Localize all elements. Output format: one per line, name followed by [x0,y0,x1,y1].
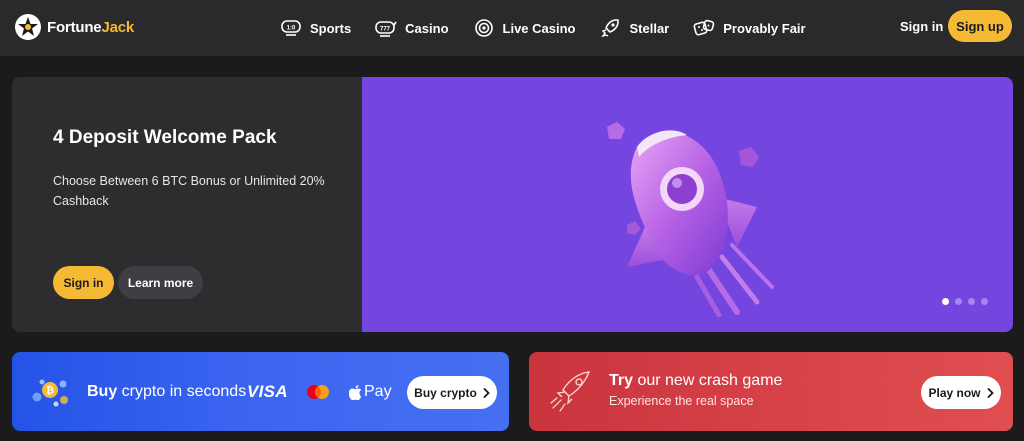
nav-label-provably-fair: Provably Fair [723,20,806,36]
logo[interactable]: FortuneJack [14,13,134,41]
sports-icon: 1:0 [281,20,301,36]
chevron-right-icon [987,387,994,398]
chevron-right-icon [483,387,490,398]
main-nav: 1:0 Sports 777 Casino Live Casino Stella… [280,0,830,56]
hero-image-panel [362,77,1013,332]
nav-item-live-casino[interactable]: Live Casino [473,18,576,38]
crash-game-subtitle: Experience the real space [609,394,754,408]
apple-icon [349,384,362,400]
svg-text:₿: ₿ [46,385,54,397]
top-header: FortuneJack 1:0 Sports 777 Casino Live C… [0,0,1024,56]
crypto-coins-icon: ₿ [32,379,68,407]
crash-game-title-rest: our new crash game [633,372,783,389]
carousel-dots [942,298,988,305]
live-casino-icon [474,19,493,37]
apple-pay-logo: Pay [349,383,392,401]
buy-crypto-card[interactable]: ₿ Buy crypto in seconds VISA Pay Buy cry… [12,352,509,431]
carousel-dot-2[interactable] [955,298,962,305]
logo-text-part2: Jack [101,18,135,36]
crash-rocket-icon [550,371,590,412]
header-signin-link[interactable]: Sign in [900,19,943,34]
nav-label-live-casino: Live Casino [502,20,576,36]
crash-game-title: Try our new crash game [609,372,782,390]
logo-text: FortuneJack [47,19,134,36]
buy-crypto-title-rest: crypto in seconds [117,383,247,400]
buy-crypto-title-bold: Buy [87,383,118,400]
nav-item-casino[interactable]: 777 Casino [375,18,449,38]
hero-banner: 4 Deposit Welcome Pack Choose Between 6 … [12,77,1013,332]
hero-title: 4 Deposit Welcome Pack [53,127,277,148]
carousel-dot-1[interactable] [942,298,949,305]
play-now-button[interactable]: Play now [921,376,1001,409]
header-signup-button[interactable]: Sign up [948,10,1012,42]
svg-text:1:0: 1:0 [287,26,296,32]
nav-label-stellar: Stellar [629,20,670,36]
nav-item-sports[interactable]: 1:0 Sports [280,18,351,38]
dice-icon [693,19,715,36]
play-now-button-label: Play now [928,385,981,400]
svg-text:777: 777 [380,27,391,33]
carousel-dot-4[interactable] [981,298,988,305]
nav-item-stellar[interactable]: Stellar [599,18,669,38]
slot-machine-icon: 777 [375,21,397,37]
nav-label-sports: Sports [310,20,352,36]
rocket-icon [601,19,620,38]
nav-label-casino: Casino [405,20,449,36]
buy-crypto-title: Buy crypto in seconds [87,383,246,401]
hero-description: Choose Between 6 BTC Bonus or Unlimited … [53,174,325,208]
hero-signin-button[interactable]: Sign in [53,266,114,299]
hero-learn-more-button[interactable]: Learn more [118,266,203,299]
apple-pay-label: Pay [364,383,392,400]
buy-crypto-button-label: Buy crypto [414,385,477,400]
rocket-illustration-icon [607,122,774,317]
logo-text-part1: Fortune [47,18,102,36]
mastercard-icon [307,385,329,399]
crash-game-title-bold: Try [609,372,634,389]
buy-crypto-button[interactable]: Buy crypto [407,376,497,409]
visa-logo: VISA [247,382,288,401]
carousel-dot-3[interactable] [968,298,975,305]
hero-text-panel: 4 Deposit Welcome Pack Choose Between 6 … [12,77,362,332]
logo-icon [15,14,41,40]
nav-item-provably-fair[interactable]: Provably Fair [693,18,806,38]
crash-game-card[interactable]: Try our new crash game Experience the re… [529,352,1013,431]
